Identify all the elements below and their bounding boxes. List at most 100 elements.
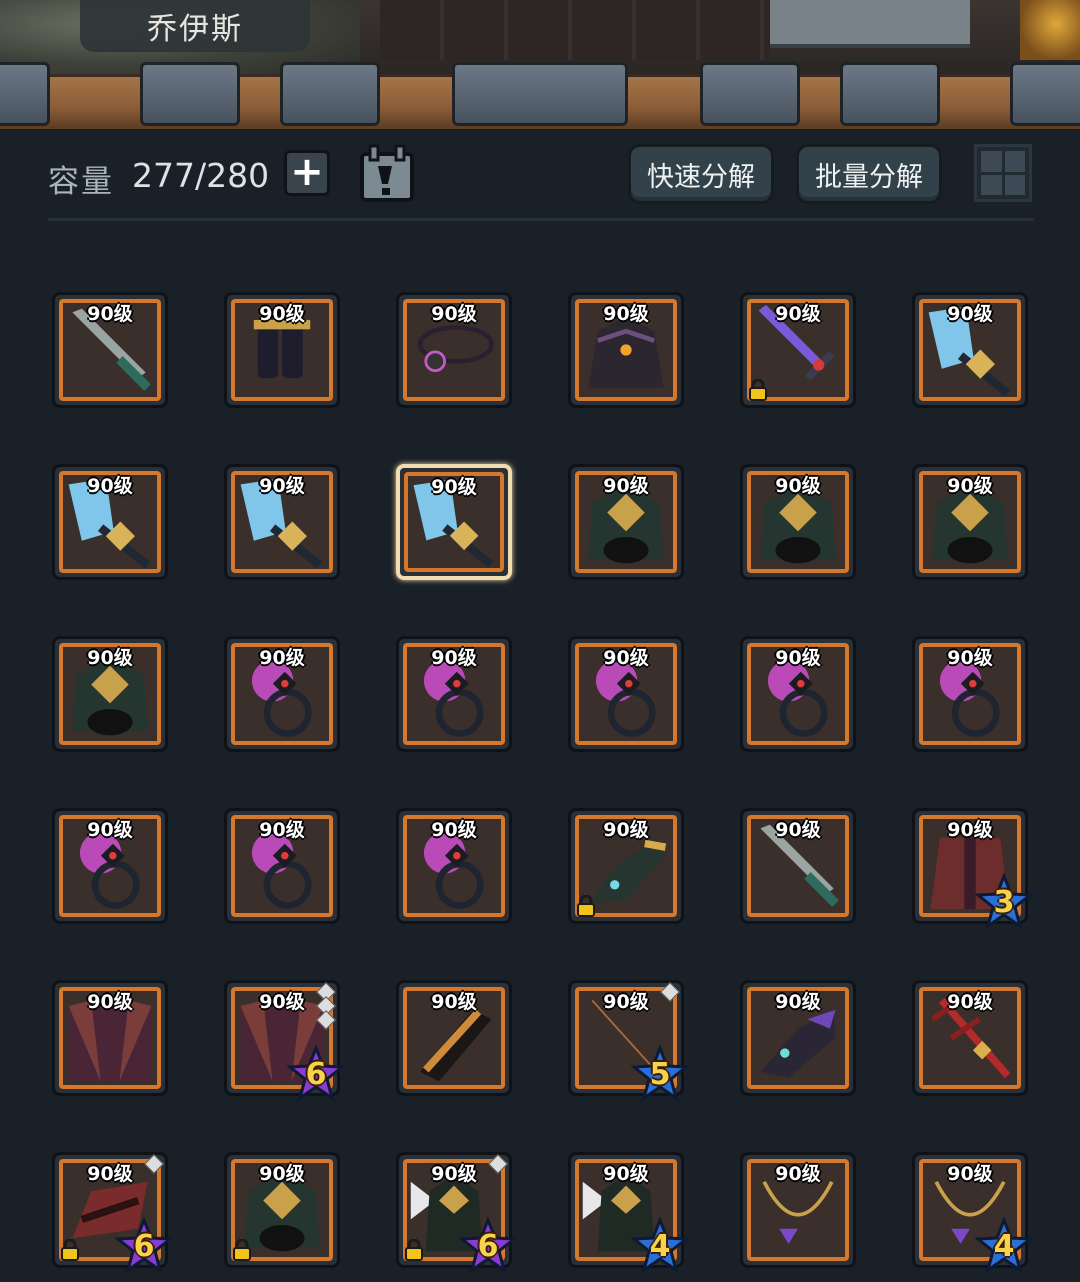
inventory-item-slot[interactable]: 90级 [912, 464, 1028, 580]
item-level: 90级 [947, 819, 993, 841]
item-level: 90级 [603, 303, 649, 325]
star-rank-badge: 6 [113, 1215, 175, 1275]
item-level: 90级 [87, 475, 133, 497]
inventory-item-slot[interactable]: 90级 6 [224, 980, 347, 1102]
header-scene: 乔伊斯 [0, 0, 1080, 130]
lock-icon [61, 1238, 79, 1261]
capacity-label: 容量 [48, 164, 114, 200]
inventory-item-slot[interactable]: 90级 [52, 292, 168, 408]
item-level: 90级 [775, 1163, 821, 1185]
inventory-item-slot[interactable]: 90级 3 [912, 808, 1035, 930]
star-rank-value: 4 [993, 1229, 1015, 1264]
star-rank-value: 6 [477, 1229, 499, 1264]
star-rank-badge: 3 [973, 871, 1035, 931]
item-level: 90级 [603, 475, 649, 497]
inventory-item-slot[interactable]: 90级 [396, 808, 512, 924]
inventory-item-slot[interactable]: 90级 [568, 292, 684, 408]
character-name: 乔伊斯 [80, 0, 310, 52]
inventory-item-slot[interactable]: 90级 [52, 464, 168, 580]
item-level: 90级 [259, 819, 305, 841]
inventory-item-slot[interactable]: 90级 [740, 464, 856, 580]
inventory-item-slot[interactable]: 90级 [224, 808, 340, 924]
item-level: 90级 [87, 647, 133, 669]
star-rank-value: 4 [649, 1229, 671, 1264]
star-rank-value: 3 [993, 885, 1015, 920]
inventory-item-slot[interactable]: 90级 [224, 464, 340, 580]
scene-stone [0, 62, 50, 126]
inventory-item-slot[interactable]: 90级 [912, 980, 1028, 1096]
inventory-item-slot[interactable]: 90级 [52, 980, 168, 1096]
item-level: 90级 [603, 647, 649, 669]
inventory-item-slot[interactable]: 90级 [912, 292, 1028, 408]
lock-icon [577, 894, 595, 917]
scene-chest [770, 0, 970, 48]
inventory-item-slot[interactable]: 90级 [740, 808, 856, 924]
star-rank-value: 5 [649, 1057, 671, 1092]
item-level: 90级 [775, 475, 821, 497]
inventory-item-slot[interactable]: 90级 [224, 292, 340, 408]
toolbar-divider [48, 218, 1034, 221]
item-level: 90级 [775, 819, 821, 841]
item-level: 90级 [431, 476, 477, 498]
inventory-item-slot[interactable]: 90级 [52, 808, 168, 924]
capacity-value: 277/280 [132, 156, 270, 195]
item-level: 90级 [947, 647, 993, 669]
scene-stone [280, 62, 380, 126]
inventory-item-slot[interactable]: 90级 [740, 636, 856, 752]
item-level: 90级 [775, 991, 821, 1013]
item-level: 90级 [947, 1163, 993, 1185]
inventory-item-slot[interactable]: 90级 [568, 808, 684, 924]
lock-icon [749, 378, 767, 401]
inventory-item-slot[interactable]: 90级 [396, 636, 512, 752]
scene-stone [452, 62, 628, 126]
inventory-item-slot[interactable]: 90级 [740, 980, 856, 1096]
star-rank-badge: 4 [973, 1215, 1035, 1275]
star-rank-value: 6 [133, 1229, 155, 1264]
item-level: 90级 [431, 647, 477, 669]
scene-stone [700, 62, 800, 126]
inventory-toolbar: 容量 277/280 + 快速分解 批量分解 [48, 140, 1034, 212]
grid-view-icon[interactable] [974, 144, 1032, 202]
inventory-item-slot[interactable]: 90级 [224, 636, 340, 752]
inventory-item-slot[interactable]: 90级 [396, 980, 512, 1096]
inventory-item-slot[interactable]: 90级 6 [52, 1152, 175, 1274]
inventory-item-slot[interactable]: 90级 6 [396, 1152, 519, 1274]
inventory-item-slot[interactable]: 90级 [568, 464, 684, 580]
star-rank-value: 6 [305, 1057, 327, 1092]
inventory-item-slot[interactable]: 90级 [912, 636, 1028, 752]
star-rank-badge: 4 [629, 1215, 691, 1275]
scene-gold-pile [1020, 0, 1080, 60]
item-level: 90级 [259, 303, 305, 325]
item-level: 90级 [431, 991, 477, 1013]
scene-stone [840, 62, 940, 126]
batch-decompose-button[interactable]: 批量分解 [796, 144, 942, 204]
item-level: 90级 [947, 303, 993, 325]
inventory-item-slot[interactable]: 90级 [396, 464, 512, 580]
item-level: 90级 [603, 1163, 649, 1185]
inventory-item-slot[interactable]: 90级 [52, 636, 168, 752]
scene-stone [140, 62, 240, 126]
item-level: 90级 [431, 819, 477, 841]
inventory-item-slot[interactable]: 90级 4 [912, 1152, 1035, 1274]
lock-icon [233, 1238, 251, 1261]
item-level: 90级 [775, 303, 821, 325]
item-level: 90级 [947, 475, 993, 497]
item-level: 90级 [603, 819, 649, 841]
quick-decompose-button[interactable]: 快速分解 [628, 144, 774, 204]
item-level: 90级 [259, 1163, 305, 1185]
inventory-item-slot[interactable]: 90级 [568, 636, 684, 752]
star-rank-badge: 5 [629, 1043, 691, 1103]
star-rank-badge: 6 [457, 1215, 519, 1275]
inventory-item-slot[interactable]: 90级 [740, 292, 856, 408]
inventory-item-slot[interactable]: 90级 [224, 1152, 340, 1268]
inventory-item-slot[interactable]: 90级 [740, 1152, 856, 1268]
item-level: 90级 [87, 991, 133, 1013]
inventory-item-slot[interactable]: 90级 5 [568, 980, 691, 1102]
star-rank-badge: 6 [285, 1043, 347, 1103]
notice-icon[interactable] [358, 144, 418, 204]
inventory-item-slot[interactable]: 90级 [396, 292, 512, 408]
inventory-item-slot[interactable]: 90级 4 [568, 1152, 691, 1274]
item-level: 90级 [775, 647, 821, 669]
expand-capacity-button[interactable]: + [284, 150, 330, 196]
item-level: 90级 [87, 819, 133, 841]
